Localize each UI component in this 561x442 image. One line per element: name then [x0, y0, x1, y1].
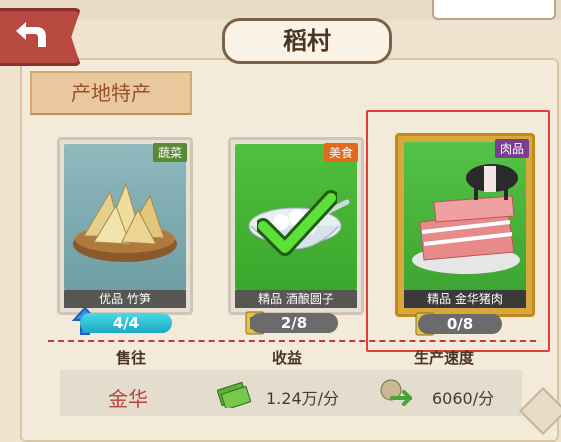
page-title: 稻村	[222, 18, 392, 64]
sell-to-label: 售往	[116, 349, 147, 367]
stock-counter: 4/4	[80, 313, 172, 333]
speed-value: 6060/分	[432, 389, 495, 408]
completed-check-icon	[257, 190, 337, 256]
back-button[interactable]	[0, 8, 81, 66]
section-tab-label: 产地特产	[71, 81, 151, 105]
card-art	[64, 144, 186, 290]
production-speed-icon	[380, 379, 412, 406]
income-value: 1.24万/分	[266, 389, 340, 408]
speed-label: 生产速度	[414, 349, 475, 367]
back-arrow-icon	[16, 22, 46, 47]
product-card-bamboo-shoot[interactable]: 蔬菜 优品 竹笋	[57, 137, 193, 315]
section-tab-specialty[interactable]: 产地特产	[30, 71, 192, 115]
money-stack-icon	[217, 381, 251, 408]
selection-outline	[366, 110, 550, 352]
category-badge: 蔬菜	[152, 143, 187, 162]
sell-to-value: 金华	[108, 387, 148, 411]
stock-counter: 2/8	[250, 313, 338, 333]
category-badge: 美食	[323, 143, 358, 162]
product-name: 精品 酒酿圆子	[235, 290, 357, 308]
dashed-divider	[48, 340, 536, 342]
bamboo-shoot-image	[73, 182, 177, 262]
top-resource-box	[432, 0, 556, 20]
product-card-rice-ball[interactable]: 美食 精品 酒酿圆子	[228, 137, 364, 315]
income-label: 收益	[272, 349, 303, 367]
